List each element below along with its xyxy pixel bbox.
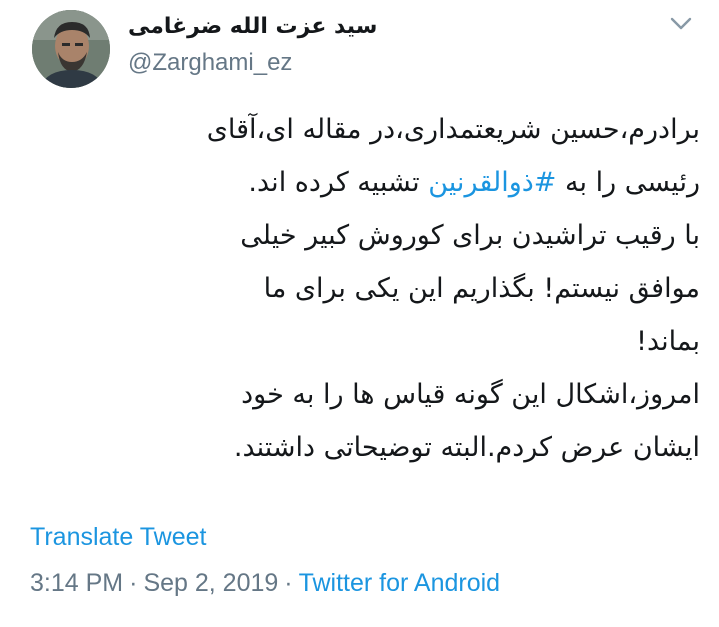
chevron-down-icon[interactable]	[666, 14, 696, 34]
tweet-meta: 3:14 PM · Sep 2, 2019 · Twitter for Android	[30, 566, 500, 600]
tweet-text-segment: رئیسی را به	[556, 167, 700, 198]
tweet-time[interactable]: 3:14 PM	[30, 569, 123, 597]
tweet-text-line: ایشان عرض کردم.البته توضیحاتی داشتند.	[233, 432, 700, 463]
tweet-text-line: بماند!	[636, 326, 700, 357]
tweet-text-segment: تشبیه کرده اند.	[248, 167, 429, 198]
tweet-source-link[interactable]: Twitter for Android	[299, 569, 500, 597]
tweet-text-line: امروز،اشکال این گونه قیاس ها را به خود	[241, 379, 700, 410]
author-block[interactable]: سید عزت الله ضرغامی @Zarghami_ez	[128, 10, 378, 79]
meta-separator: ·	[284, 569, 293, 597]
tweet-date[interactable]: Sep 2, 2019	[143, 569, 278, 597]
hashtag-link[interactable]: #ذوالقرنین	[428, 167, 556, 198]
tweet-text: برادرم،حسین شریعتمداری،در مقاله ای،آقای …	[24, 103, 700, 474]
avatar[interactable]	[32, 10, 110, 88]
tweet-text-line: موافق نیستم! بگذاریم این یکی برای ما	[263, 273, 700, 304]
tweet-text-line: رئیسی را به #ذوالقرنین تشبیه کرده اند.	[24, 156, 700, 209]
tweet-text-line: با رقیب تراشیدن برای کوروش کبیر خیلی	[240, 220, 700, 251]
avatar-portrait-image	[32, 10, 110, 88]
tweet-text-line: برادرم،حسین شریعتمداری،در مقاله ای،آقای	[206, 114, 700, 145]
meta-separator: ·	[129, 569, 138, 597]
author-handle[interactable]: @Zarghami_ez	[128, 47, 378, 79]
tweet-card: سید عزت الله ضرغامی @Zarghami_ez برادرم،…	[0, 0, 719, 627]
author-display-name[interactable]: سید عزت الله ضرغامی	[128, 10, 378, 44]
translate-tweet-link[interactable]: Translate Tweet	[30, 520, 206, 554]
